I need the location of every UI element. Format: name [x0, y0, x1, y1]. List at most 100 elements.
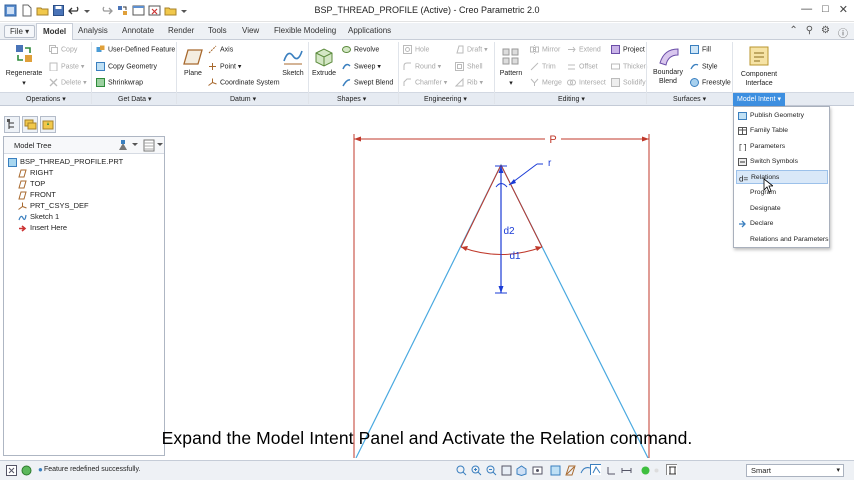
- menu-item-declare[interactable]: Declare: [736, 217, 828, 231]
- favorites-tab[interactable]: [40, 116, 56, 133]
- thicken-button[interactable]: Thicken: [611, 62, 648, 71]
- group-get-data[interactable]: Get Data ▾: [118, 95, 151, 103]
- ribbon-minimize-icon[interactable]: ⌃: [789, 25, 797, 40]
- shell-button[interactable]: Shell: [455, 62, 483, 71]
- project-button[interactable]: Project: [611, 45, 645, 54]
- dimensions-display-icon[interactable]: [621, 465, 632, 476]
- solidify-button[interactable]: Solidify: [611, 78, 646, 87]
- menu-item-switch-symbols[interactable]: Switch Symbols: [736, 155, 828, 169]
- dimension-p-label[interactable]: P: [549, 134, 556, 146]
- help-icon[interactable]: ⓘ: [838, 25, 848, 40]
- close-button[interactable]: ✕: [839, 3, 848, 16]
- group-surfaces[interactable]: Surfaces ▾: [673, 95, 706, 103]
- pattern-dropdown-icon[interactable]: ▾: [507, 79, 515, 87]
- refit-icon[interactable]: [456, 465, 467, 476]
- tab-render[interactable]: Render: [168, 26, 194, 35]
- freestyle-button[interactable]: Freestyle: [690, 78, 731, 87]
- intersect-button[interactable]: Intersect: [567, 78, 606, 87]
- user-defined-feature-button[interactable]: User-Defined Feature: [96, 45, 175, 54]
- revolve-button[interactable]: Revolve: [342, 45, 379, 54]
- menu-item-publish-geometry[interactable]: Publish Geometry: [736, 109, 828, 123]
- dimension-r-label[interactable]: r: [548, 158, 552, 169]
- tab-annotate[interactable]: Annotate: [122, 26, 154, 35]
- tab-view[interactable]: View: [242, 26, 259, 35]
- tree-item-top[interactable]: TOP: [18, 179, 45, 190]
- plane-icon[interactable]: [182, 46, 204, 68]
- search-icon[interactable]: ⚲: [806, 25, 813, 40]
- constraints-display-icon[interactable]: [606, 465, 617, 476]
- sketch-icon[interactable]: [282, 45, 304, 67]
- extend-button[interactable]: Extend: [567, 45, 601, 54]
- trim-button[interactable]: Trim: [530, 62, 556, 71]
- sketch-button[interactable]: Sketch: [278, 70, 308, 77]
- draft-button[interactable]: Draft ▾: [455, 45, 488, 54]
- axis-button[interactable]: Axis: [208, 45, 233, 54]
- browser-toggle-icon[interactable]: [21, 465, 32, 476]
- menu-item-relations-and-parameters[interactable]: Relations and Parameters: [736, 233, 829, 247]
- fill-button[interactable]: Fill: [690, 45, 711, 54]
- group-operations[interactable]: Operations ▾: [26, 95, 66, 103]
- group-datum[interactable]: Datum ▾: [230, 95, 256, 103]
- dimension-d1-label[interactable]: d1: [509, 251, 521, 262]
- tree-item-prt-csys-def[interactable]: PRT_CSYS_DEF: [18, 201, 89, 212]
- tab-file[interactable]: File ▾: [4, 25, 36, 38]
- coordinate-system-button[interactable]: Coordinate System: [208, 78, 280, 87]
- sketcher-display-icon[interactable]: [590, 464, 601, 475]
- tree-columns-icon[interactable]: [143, 139, 155, 152]
- menu-item-relations[interactable]: d= Relations: [736, 170, 828, 184]
- chamfer-button[interactable]: Chamfer ▾: [403, 78, 447, 87]
- zoom-in-icon[interactable]: [471, 465, 482, 476]
- tab-applications[interactable]: Applications: [348, 26, 391, 35]
- zoom-out-icon[interactable]: [486, 465, 497, 476]
- maximize-button[interactable]: □: [822, 3, 829, 16]
- tab-analysis[interactable]: Analysis: [78, 26, 108, 35]
- status-toggle-icon[interactable]: [6, 465, 17, 476]
- copy-button[interactable]: Copy: [49, 45, 77, 54]
- tree-settings-icon[interactable]: [116, 139, 130, 152]
- sweep-button[interactable]: Sweep ▾: [342, 62, 381, 71]
- dimension-d2-label[interactable]: d2: [503, 226, 515, 237]
- tab-model[interactable]: Model: [36, 23, 74, 40]
- mirror-button[interactable]: Mirror: [530, 45, 560, 54]
- merge-button[interactable]: Merge: [530, 78, 562, 87]
- menu-item-designate[interactable]: Designate: [736, 202, 828, 216]
- delete-button[interactable]: Delete ▾: [49, 78, 87, 87]
- tree-item-right[interactable]: RIGHT: [18, 168, 53, 179]
- regenerate-dropdown-icon[interactable]: ▾: [20, 79, 28, 87]
- regenerate-button[interactable]: Regenerate: [3, 70, 45, 77]
- hole-button[interactable]: Hole: [403, 45, 429, 54]
- display-style-icon[interactable]: [550, 465, 561, 476]
- model-tree-tab[interactable]: [4, 116, 20, 133]
- tree-item-front[interactable]: FRONT: [18, 190, 56, 201]
- round-button[interactable]: Round ▾: [403, 62, 441, 71]
- tree-columns-dropdown-icon[interactable]: [157, 142, 163, 148]
- extrude-icon[interactable]: [313, 45, 335, 67]
- component-interface-icon[interactable]: [748, 45, 770, 67]
- tree-item-sketch-1[interactable]: Sketch 1: [18, 212, 59, 223]
- regenerate-icon[interactable]: [13, 43, 35, 65]
- paste-button[interactable]: Paste ▾: [49, 62, 84, 72]
- component-interface-button[interactable]: Component Interface: [736, 70, 782, 88]
- tree-settings-dropdown-icon[interactable]: [132, 142, 138, 148]
- offset-button[interactable]: Offset: [567, 62, 598, 71]
- boundary-blend-icon[interactable]: [658, 45, 680, 67]
- group-model-intent[interactable]: Model Intent ▾: [733, 93, 785, 106]
- tab-flexible-modeling[interactable]: Flexible Modeling: [274, 26, 336, 35]
- point-button[interactable]: Point ▾: [208, 62, 241, 71]
- repaint-icon[interactable]: [501, 465, 512, 476]
- pattern-icon[interactable]: [500, 46, 522, 68]
- menu-item-family-table[interactable]: Family Table: [736, 124, 828, 138]
- boundary-blend-button[interactable]: Boundary Blend: [648, 68, 688, 86]
- folder-browser-tab[interactable]: [22, 116, 38, 133]
- settings-icon[interactable]: ⚙: [821, 25, 830, 40]
- shrinkwrap-button[interactable]: Shrinkwrap: [96, 78, 143, 87]
- copy-geometry-button[interactable]: Copy Geometry: [96, 62, 157, 71]
- thread-profile-line[interactable]: [355, 163, 649, 459]
- group-engineering[interactable]: Engineering ▾: [424, 95, 467, 103]
- selection-filter[interactable]: Smart ▾: [746, 464, 844, 477]
- swept-blend-button[interactable]: Swept Blend: [342, 78, 393, 87]
- datum-display-icon[interactable]: [565, 465, 576, 476]
- menu-item-parameters[interactable]: [] Parameters: [736, 140, 828, 154]
- extrude-button[interactable]: Extrude: [308, 70, 340, 77]
- group-editing[interactable]: Editing ▾: [558, 95, 585, 103]
